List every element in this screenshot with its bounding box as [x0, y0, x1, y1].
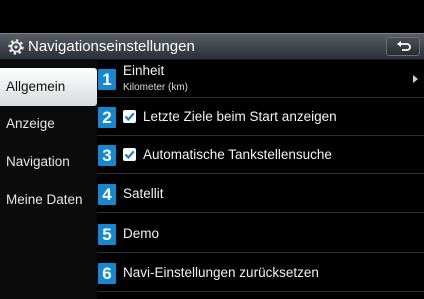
setting-label: Automatische Tankstellensuche	[143, 147, 332, 162]
sidebar-item-label: Navigation	[6, 154, 70, 169]
number-badge: 6	[98, 263, 116, 284]
sidebar-item-meine-daten[interactable]: Meine Daten	[0, 181, 97, 219]
sidebar-item-allgemein[interactable]: Allgemein	[0, 68, 97, 106]
number-badge: 3	[98, 145, 116, 166]
chevron-right-icon	[413, 75, 418, 83]
page-title: Navigationseinstellungen	[28, 38, 195, 55]
sidebar-item-navigation[interactable]: Navigation	[0, 143, 97, 181]
checkbox[interactable]	[123, 110, 136, 123]
sidebar-item-label: Anzeige	[6, 116, 55, 131]
setting-row-satellit[interactable]: 4 Satellit	[97, 175, 424, 213]
checkmark-icon	[124, 112, 135, 122]
header-bar: Navigationseinstellungen	[0, 33, 424, 60]
setting-label: Demo	[123, 226, 160, 241]
setting-label: Letzte Ziele beim Start anzeigen	[143, 109, 337, 124]
setting-label: Einheit	[123, 63, 165, 78]
setting-row-demo[interactable]: 5 Demo	[97, 215, 424, 253]
setting-row-tankstellensuche[interactable]: 3 Automatische Tankstellensuche	[97, 136, 424, 174]
sidebar-item-label: Meine Daten	[6, 192, 83, 207]
number-badge: 1	[98, 69, 116, 90]
number-badge: 2	[98, 107, 116, 128]
setting-label: Navi-Einstellungen zurücksetzen	[123, 265, 319, 280]
setting-row-einheit[interactable]: 1 Einheit Kilometer (km)	[97, 60, 424, 98]
back-button[interactable]	[386, 37, 420, 56]
back-arrow-icon	[397, 41, 411, 51]
setting-value: Kilometer (km)	[123, 82, 189, 93]
setting-label: Satellit	[123, 186, 164, 201]
checkbox[interactable]	[123, 148, 136, 161]
number-badge: 4	[98, 184, 116, 205]
sidebar: Allgemein Anzeige Navigation Meine Daten	[0, 60, 97, 299]
number-badge: 5	[98, 224, 116, 245]
top-black-band	[0, 0, 424, 33]
gear-icon	[8, 39, 24, 55]
sidebar-item-label: Allgemein	[6, 79, 66, 94]
setting-row-letzte-ziele[interactable]: 2 Letzte Ziele beim Start anzeigen	[97, 98, 424, 136]
checkmark-icon	[124, 150, 135, 160]
setting-row-zuruecksetzen[interactable]: 6 Navi-Einstellungen zurücksetzen	[97, 254, 424, 292]
sidebar-item-anzeige[interactable]: Anzeige	[0, 105, 97, 143]
settings-list: 1 Einheit Kilometer (km) 2 Letzte Ziele …	[97, 60, 424, 299]
